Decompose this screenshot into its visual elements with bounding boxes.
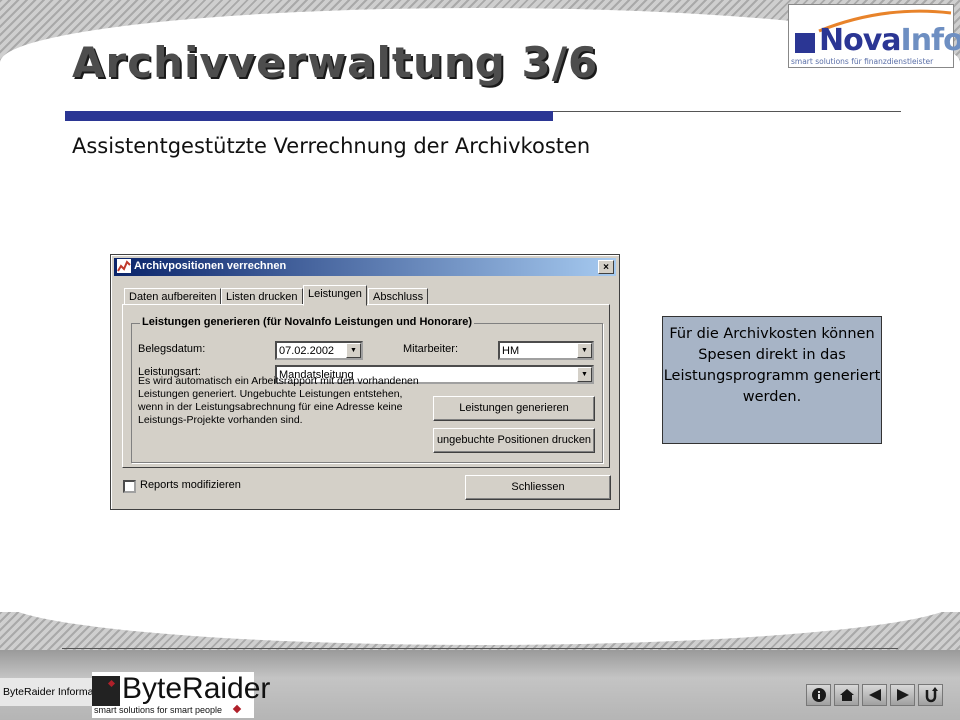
- chevron-down-icon[interactable]: ▼: [577, 343, 592, 358]
- info-text: Es wird automatisch ein Arbeitsrapport m…: [138, 375, 419, 426]
- dialog-title: Archivpositionen verrechnen: [134, 260, 287, 272]
- chevron-down-icon[interactable]: ▼: [577, 367, 592, 382]
- info-icon[interactable]: [806, 684, 831, 706]
- groupbox-title: Leistungen generieren (für NovaInfo Leis…: [140, 316, 475, 328]
- slide-title: Archivverwaltung 3/6: [72, 38, 599, 87]
- reports-modifizieren-label: Reports modifizieren: [140, 479, 241, 491]
- tab-leistungen[interactable]: Leistungen: [303, 285, 367, 306]
- novainfo-logo: NovaInfo smart solutions für finanzdiens…: [788, 4, 960, 68]
- logo-tagline: smart solutions für finanzdienstleister: [791, 57, 934, 66]
- leistungen-generieren-button[interactable]: Leistungen generieren: [433, 396, 595, 421]
- home-icon[interactable]: [834, 684, 859, 706]
- ungebuchte-positionen-drucken-button[interactable]: ungebuchte Positionen drucken: [433, 428, 595, 453]
- logo-square: [795, 33, 815, 53]
- tab-daten-aufbereiten[interactable]: Daten aufbereiten: [124, 288, 222, 305]
- dialog-titlebar[interactable]: Archivpositionen verrechnen ×: [114, 258, 616, 276]
- tab-panel-leistungen: Leistungen generieren (für NovaInfo Leis…: [122, 304, 610, 468]
- byteraider-mark: [92, 676, 120, 706]
- byteraider-diamond: [232, 704, 242, 714]
- reports-modifizieren-checkbox[interactable]: [123, 480, 136, 493]
- mitarbeiter-value: HM: [502, 345, 520, 357]
- close-icon[interactable]: ×: [598, 260, 614, 274]
- next-icon[interactable]: [890, 684, 915, 706]
- logo-wordmark: NovaInfo: [819, 23, 960, 58]
- tab-listen-drucken[interactable]: Listen drucken: [221, 288, 303, 305]
- archivpositionen-dialog: Archivpositionen verrechnen × Daten aufb…: [110, 254, 620, 510]
- tab-abschluss[interactable]: Abschluss: [368, 288, 429, 305]
- byteraider-tagline: smart solutions for smart people: [94, 705, 223, 715]
- belegsdatum-value: 07.02.2002: [279, 345, 335, 357]
- belegsdatum-label: Belegsdatum:: [138, 343, 206, 355]
- mitarbeiter-label: Mitarbeiter:: [403, 343, 459, 355]
- title-underline-rule: [553, 111, 901, 112]
- callout-box: Für die Archivkosten können Spesen direk…: [662, 316, 882, 444]
- footer-divider: [62, 648, 898, 649]
- mitarbeiter-select[interactable]: HM ▼: [498, 341, 594, 360]
- belegsdatum-field[interactable]: 07.02.2002 ▼: [275, 341, 363, 360]
- byteraider-mark-dot: [107, 679, 116, 688]
- chevron-down-icon[interactable]: ▼: [346, 343, 361, 358]
- company-name: ByteRaider Informatik: [0, 678, 92, 706]
- return-icon[interactable]: [918, 684, 943, 706]
- byteraider-logo: ByteRaider smart solutions for smart peo…: [92, 672, 270, 718]
- app-chart-icon: [117, 259, 131, 273]
- slide-subtitle: Assistentgestützte Verrechnung der Archi…: [72, 134, 591, 158]
- schliessen-button[interactable]: Schliessen: [465, 475, 611, 500]
- previous-icon[interactable]: [862, 684, 887, 706]
- byteraider-wordmark: ByteRaider: [122, 672, 271, 705]
- title-underline-bar: [65, 111, 553, 121]
